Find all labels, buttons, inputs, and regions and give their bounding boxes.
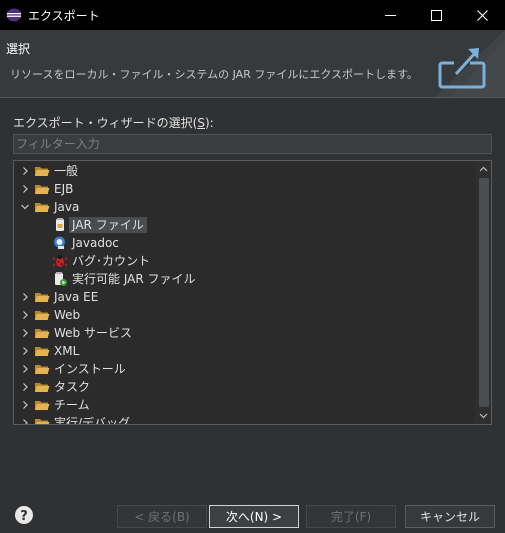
tree-item[interactable]: Javadoc bbox=[14, 234, 474, 252]
tree-item[interactable]: EJB bbox=[14, 180, 474, 198]
tree-item-label: 実行可能 JAR ファイル bbox=[72, 272, 196, 286]
maximize-button[interactable] bbox=[413, 0, 459, 30]
javadoc-icon bbox=[54, 236, 65, 249]
scrollbar-thumb[interactable] bbox=[479, 178, 489, 407]
tree-item-label: インストール bbox=[54, 362, 126, 376]
chevron-right-icon[interactable] bbox=[20, 292, 30, 302]
chevron-right-icon[interactable] bbox=[20, 364, 30, 374]
wizard-tree[interactable]: 一般 EJB Java JAR ファイル Javadoc バグ･カウント実行可能 JAR … bbox=[13, 160, 492, 425]
scroll-down-icon[interactable] bbox=[478, 410, 489, 421]
folder-icon bbox=[35, 365, 50, 374]
folder-icon bbox=[35, 203, 50, 212]
folder-icon bbox=[35, 167, 50, 176]
close-icon bbox=[476, 9, 488, 21]
tree-item[interactable]: Java EE bbox=[14, 288, 474, 306]
folder-icon bbox=[35, 347, 50, 356]
page-title: 選択 bbox=[6, 42, 31, 56]
cancel-button[interactable]: キャンセル bbox=[405, 505, 495, 528]
folder-icon bbox=[35, 383, 50, 392]
filter-input[interactable] bbox=[13, 134, 492, 154]
tree-item[interactable]: バグ･カウント bbox=[14, 252, 474, 270]
tree-item[interactable]: Java bbox=[14, 198, 474, 216]
tree-item-label: Java bbox=[54, 200, 80, 214]
back-button[interactable]: < 戻る(B) bbox=[117, 505, 207, 528]
tree-item-label: JAR ファイル bbox=[69, 217, 147, 233]
folder-icon bbox=[35, 329, 50, 338]
tree-item[interactable]: JAR ファイル bbox=[14, 216, 474, 234]
finish-button[interactable]: 完了(F) bbox=[306, 505, 396, 528]
chevron-right-icon[interactable] bbox=[20, 166, 30, 176]
tree-item-label: Web サービス bbox=[54, 326, 132, 340]
folder-icon bbox=[35, 293, 50, 302]
tree-item[interactable]: XML bbox=[14, 342, 474, 360]
export-wizard-icon bbox=[434, 30, 505, 98]
tree-item-label: バグ･カウント bbox=[72, 254, 151, 268]
tree-item-label: EJB bbox=[54, 182, 74, 196]
tree-item[interactable]: タスク bbox=[14, 378, 474, 396]
tree-item-label: Web bbox=[54, 308, 81, 322]
jar-file-icon bbox=[56, 218, 64, 231]
window-title: エクスポート bbox=[28, 9, 100, 23]
tree-item[interactable]: インストール bbox=[14, 360, 474, 378]
wizard-banner: 選択 リソースをローカル・ファイル・システムの JAR ファイルにエクスポートし… bbox=[0, 30, 505, 98]
chevron-down-icon[interactable] bbox=[20, 202, 30, 212]
banner-divider bbox=[0, 97, 505, 98]
folder-icon bbox=[35, 185, 50, 194]
tree-item[interactable]: 実行/デバッグ bbox=[14, 414, 474, 425]
scroll-up-icon[interactable] bbox=[478, 164, 489, 175]
tree-item[interactable]: 実行可能 JAR ファイル bbox=[14, 270, 474, 288]
page-description: リソースをローカル・ファイル・システムの JAR ファイルにエクスポートします。 bbox=[10, 68, 418, 81]
tree-item-label: Java EE bbox=[54, 290, 99, 304]
minimize-icon bbox=[384, 14, 396, 16]
tree-item-label: 一般 bbox=[54, 164, 79, 178]
title-bar: エクスポート bbox=[0, 0, 505, 30]
folder-icon bbox=[35, 311, 50, 320]
close-button[interactable] bbox=[459, 0, 505, 30]
folder-icon bbox=[35, 401, 50, 410]
minimize-button[interactable] bbox=[367, 0, 413, 30]
tree-item-label: XML bbox=[54, 344, 80, 358]
tree-scrollbar[interactable] bbox=[475, 161, 491, 424]
tree-item-label: チーム bbox=[54, 398, 90, 412]
tree-item[interactable]: Web サービス bbox=[14, 324, 474, 342]
chevron-right-icon[interactable] bbox=[20, 382, 30, 392]
wizard-selection-label: エクスポート・ウィザードの選択(S): bbox=[13, 116, 214, 130]
chevron-right-icon[interactable] bbox=[20, 328, 30, 338]
eclipse-icon bbox=[6, 8, 22, 22]
svg-text:?: ? bbox=[20, 509, 28, 524]
tree-item-label: タスク bbox=[54, 380, 91, 394]
tree-item[interactable]: チーム bbox=[14, 396, 474, 414]
chevron-right-icon[interactable] bbox=[20, 184, 30, 194]
next-button[interactable]: 次へ(N) > bbox=[209, 505, 299, 528]
tree-item[interactable]: 一般 bbox=[14, 162, 474, 180]
chevron-right-icon[interactable] bbox=[20, 418, 30, 425]
tree-item[interactable]: Web bbox=[14, 306, 474, 324]
bug-icon bbox=[52, 254, 68, 267]
tree-item-label: 実行/デバッグ bbox=[54, 416, 131, 425]
folder-icon bbox=[35, 419, 50, 424]
chevron-right-icon[interactable] bbox=[20, 346, 30, 356]
maximize-icon bbox=[430, 9, 442, 21]
chevron-right-icon[interactable] bbox=[20, 400, 30, 410]
runnable-jar-icon bbox=[55, 272, 67, 286]
tree-item-label: Javadoc bbox=[72, 236, 119, 250]
help-icon[interactable]: ? bbox=[14, 505, 34, 525]
chevron-right-icon[interactable] bbox=[20, 310, 30, 320]
